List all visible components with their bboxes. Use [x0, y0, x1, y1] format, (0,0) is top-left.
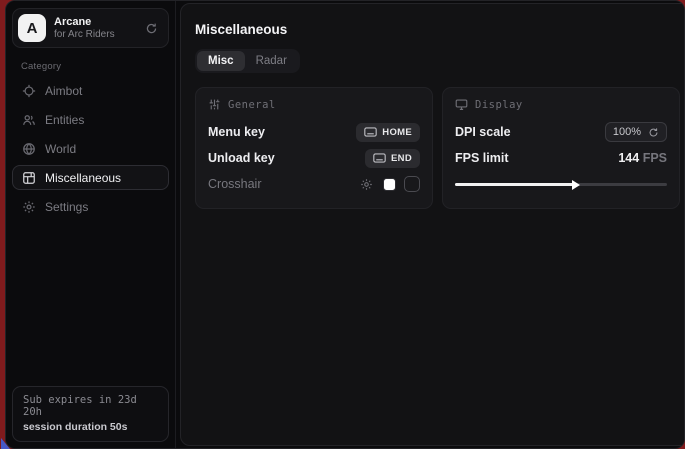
- globe-icon: [22, 142, 36, 156]
- sync-icon[interactable]: [143, 20, 160, 37]
- subscription-status-card: Sub expires in 23d 20h session duration …: [12, 386, 169, 442]
- unload-key-label: Unload key: [208, 151, 275, 165]
- fps-limit-label: FPS limit: [455, 151, 508, 165]
- sidebar-item-label: World: [45, 142, 76, 156]
- keyboard-icon: [373, 153, 386, 163]
- main-panel: Miscellaneous Misc Radar General: [180, 3, 685, 446]
- app-logo: A: [18, 14, 46, 42]
- fps-limit-row: FPS limit 144 FPS: [455, 146, 667, 170]
- keyboard-icon: [364, 127, 377, 137]
- crosshair-icon: [22, 84, 36, 98]
- tab-radar[interactable]: Radar: [245, 51, 298, 71]
- dpi-scale-row: DPI scale 100%: [455, 120, 667, 144]
- sidebar-item-label: Miscellaneous: [45, 171, 121, 185]
- display-card-title: Display: [475, 99, 523, 111]
- sidebar-item-label: Entities: [45, 113, 84, 127]
- crosshair-controls: [358, 176, 420, 193]
- unload-key-value: END: [391, 153, 412, 164]
- display-card: Display DPI scale 100% FPS limit: [442, 87, 680, 209]
- sidebar-item-label: Settings: [45, 200, 88, 214]
- sidebar-item-entities[interactable]: Entities: [12, 107, 169, 132]
- dpi-scale-control[interactable]: 100%: [605, 122, 667, 142]
- menu-key-value: HOME: [382, 127, 412, 138]
- general-card-header: General: [208, 98, 420, 111]
- dpi-scale-label: DPI scale: [455, 125, 511, 139]
- sub-expiry-text: Sub expires in 23d 20h: [23, 394, 158, 418]
- menu-key-row: Menu key HOME: [208, 120, 420, 144]
- sidebar-item-miscellaneous[interactable]: Miscellaneous: [12, 165, 169, 190]
- sidebar-item-world[interactable]: World: [12, 136, 169, 161]
- crosshair-row: Crosshair: [208, 172, 420, 196]
- sidebar: A Arcane for Arc Riders Category Aimbot: [6, 1, 176, 448]
- refresh-icon[interactable]: [648, 127, 659, 138]
- app-subtitle: for Arc Riders: [54, 29, 135, 41]
- monitor-icon: [455, 98, 468, 111]
- app-window: A Arcane for Arc Riders Category Aimbot: [5, 0, 685, 449]
- fps-limit-slider[interactable]: [455, 177, 667, 191]
- tab-misc[interactable]: Misc: [197, 51, 245, 71]
- crosshair-settings-gear-icon[interactable]: [358, 176, 375, 193]
- unload-key-row: Unload key END: [208, 146, 420, 170]
- sidebar-item-aimbot[interactable]: Aimbot: [12, 78, 169, 103]
- general-card: General Menu key HOME Unload key: [195, 87, 433, 209]
- general-card-title: General: [228, 99, 276, 111]
- mouse-cursor: [1, 438, 10, 449]
- sidebar-item-label: Aimbot: [45, 84, 82, 98]
- app-header-card: A Arcane for Arc Riders: [12, 8, 169, 48]
- menu-key-button[interactable]: HOME: [356, 123, 420, 142]
- crosshair-color-swatch[interactable]: [383, 178, 396, 191]
- dpi-scale-value: 100%: [613, 126, 641, 138]
- category-label: Category: [21, 61, 169, 72]
- unload-key-button[interactable]: END: [365, 149, 420, 168]
- fps-limit-value: 144 FPS: [618, 151, 667, 165]
- cards-row: General Menu key HOME Unload key: [195, 87, 680, 209]
- slider-thumb[interactable]: [572, 180, 580, 190]
- fps-unit: FPS: [643, 151, 667, 165]
- sliders-icon: [208, 98, 221, 111]
- sidebar-item-settings[interactable]: Settings: [12, 194, 169, 219]
- display-card-header: Display: [455, 98, 667, 111]
- app-name: Arcane: [54, 16, 135, 29]
- crosshair-label: Crosshair: [208, 177, 262, 191]
- crosshair-checkbox[interactable]: [404, 176, 420, 192]
- tab-bar: Misc Radar: [195, 49, 300, 73]
- session-duration-text: session duration 50s: [23, 421, 158, 433]
- gear-icon: [22, 200, 36, 214]
- app-header-texts: Arcane for Arc Riders: [54, 16, 135, 40]
- page-title: Miscellaneous: [195, 22, 680, 37]
- slider-fill: [455, 183, 574, 186]
- menu-key-label: Menu key: [208, 125, 265, 139]
- grid-icon: [22, 171, 36, 185]
- entities-icon: [22, 113, 36, 127]
- fps-number: 144: [618, 151, 639, 165]
